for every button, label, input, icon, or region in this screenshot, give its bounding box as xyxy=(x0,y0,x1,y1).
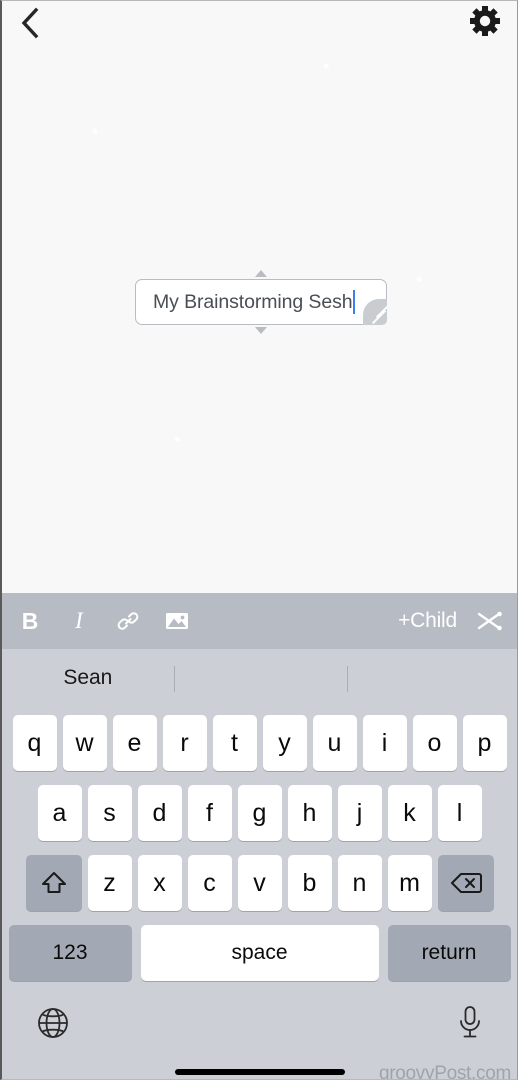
prediction-slot-3[interactable] xyxy=(345,649,517,707)
keyboard-row-4: 123 space return xyxy=(2,925,517,981)
gear-icon xyxy=(470,6,500,36)
key-h[interactable]: h xyxy=(287,785,332,841)
key-p[interactable]: p xyxy=(462,715,507,771)
prediction-divider xyxy=(174,666,175,692)
predictive-text-bar: Sean xyxy=(2,649,517,707)
key-y[interactable]: y xyxy=(262,715,307,771)
add-child-button[interactable]: +Child xyxy=(398,609,457,633)
prediction-divider xyxy=(347,666,348,692)
key-k[interactable]: k xyxy=(387,785,432,841)
resize-grip-icon[interactable] xyxy=(363,299,387,325)
key-w[interactable]: w xyxy=(62,715,107,771)
key-a[interactable]: a xyxy=(37,785,82,841)
microphone-icon xyxy=(460,1006,480,1038)
image-button[interactable] xyxy=(162,604,192,638)
key-r[interactable]: r xyxy=(162,715,207,771)
format-button-group: B I xyxy=(15,604,192,638)
link-button[interactable] xyxy=(113,604,143,638)
backspace-icon xyxy=(450,873,482,893)
italic-button[interactable]: I xyxy=(64,604,94,638)
triangle-up-icon[interactable] xyxy=(255,270,267,277)
key-z[interactable]: z xyxy=(87,855,132,911)
key-s[interactable]: s xyxy=(87,785,132,841)
node-text-field[interactable]: My Brainstorming Sesh xyxy=(135,279,387,325)
keyboard-row-3: z x c v b n m xyxy=(2,855,517,911)
key-v[interactable]: v xyxy=(237,855,282,911)
key-o[interactable]: o xyxy=(412,715,457,771)
key-t[interactable]: t xyxy=(212,715,257,771)
key-e[interactable]: e xyxy=(112,715,157,771)
key-l[interactable]: l xyxy=(437,785,482,841)
link-icon xyxy=(117,612,139,630)
key-b[interactable]: b xyxy=(287,855,332,911)
key-d[interactable]: d xyxy=(137,785,182,841)
keyboard-row-2: a s d f g h j k l xyxy=(2,785,517,841)
dictation-key[interactable] xyxy=(457,1005,487,1041)
backspace-key[interactable] xyxy=(437,855,494,911)
shift-arrow-icon xyxy=(41,872,66,893)
bold-button[interactable]: B xyxy=(15,604,45,638)
space-key[interactable]: space xyxy=(140,925,379,981)
node-text-value: My Brainstorming Sesh xyxy=(153,290,353,313)
text-caret xyxy=(353,290,356,314)
keyboard-bottom-bar: groovyPost.com xyxy=(2,995,517,1080)
image-icon xyxy=(166,613,188,629)
key-j[interactable]: j xyxy=(337,785,382,841)
format-toolbar: B I +Child xyxy=(2,593,517,649)
watermark: groovyPost.com xyxy=(378,1063,511,1080)
triangle-down-icon[interactable] xyxy=(255,327,267,334)
keyboard-row-1: q w e r t y u i o p xyxy=(2,715,517,771)
mindmap-canvas[interactable]: My Brainstorming Sesh xyxy=(2,1,517,593)
key-q[interactable]: q xyxy=(12,715,57,771)
globe-icon xyxy=(38,1008,68,1038)
key-x[interactable]: x xyxy=(137,855,182,911)
shift-key[interactable] xyxy=(25,855,82,911)
back-button[interactable] xyxy=(10,3,50,43)
key-c[interactable]: c xyxy=(187,855,232,911)
software-keyboard: Sean q w e r t y u i o p a s d f g h j k xyxy=(2,649,517,1080)
globe-key[interactable] xyxy=(35,1005,71,1041)
key-u[interactable]: u xyxy=(312,715,357,771)
home-indicator xyxy=(174,1069,345,1075)
scissors-icon xyxy=(477,611,502,631)
key-m[interactable]: m xyxy=(387,855,432,911)
key-g[interactable]: g xyxy=(237,785,282,841)
prediction-slot-2[interactable] xyxy=(174,649,346,707)
return-key[interactable]: return xyxy=(387,925,511,981)
settings-button[interactable] xyxy=(467,3,503,39)
cut-button[interactable] xyxy=(474,606,504,636)
phone-screen: My Brainstorming Sesh B I +Child Sean q … xyxy=(0,0,518,1080)
mindmap-node[interactable]: My Brainstorming Sesh xyxy=(135,270,387,334)
chevron-left-icon xyxy=(21,7,39,39)
key-f[interactable]: f xyxy=(187,785,232,841)
key-n[interactable]: n xyxy=(337,855,382,911)
numeric-key[interactable]: 123 xyxy=(8,925,132,981)
key-i[interactable]: i xyxy=(362,715,407,771)
prediction-slot-1[interactable]: Sean xyxy=(2,649,174,707)
